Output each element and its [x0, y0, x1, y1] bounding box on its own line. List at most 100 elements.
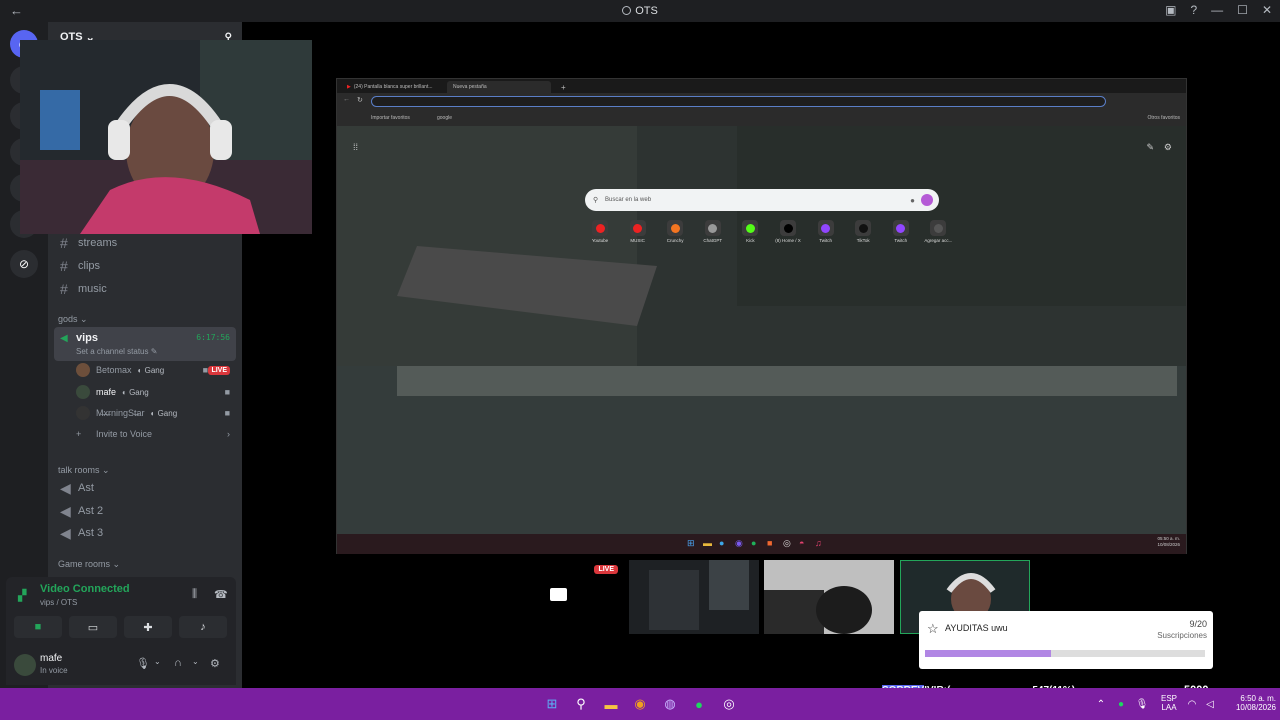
volume-icon[interactable]: ◁: [1202, 696, 1218, 712]
shortcut-tile[interactable]: Agregar acc...: [921, 220, 955, 243]
shortcut-icon: [704, 220, 721, 236]
voice-channel-ast-3[interactable]: ◀ Ast 3: [54, 522, 236, 544]
disconnect-icon[interactable]: ☎: [214, 588, 228, 601]
windows-start-icon[interactable]: ⊞: [544, 696, 560, 712]
shortcut-tile[interactable]: Twitch: [809, 220, 843, 243]
language-indicator[interactable]: ESP LAA: [1158, 694, 1180, 712]
search-icon[interactable]: ⚲: [573, 696, 589, 712]
screen-share-button[interactable]: ▭: [69, 616, 117, 638]
channel-music[interactable]: # music: [54, 278, 236, 300]
ai-assistant-icon: [921, 194, 933, 206]
camera-button[interactable]: ■: [14, 616, 62, 638]
chrome-icon[interactable]: ◉: [632, 696, 648, 712]
minimize-button[interactable]: —: [1211, 3, 1223, 17]
category-game-rooms[interactable]: Game rooms ⌄: [58, 559, 120, 570]
browser-tab-active[interactable]: Nueva pestaña: [447, 81, 551, 93]
remote-clock: 05:50 a. m. 10/08/2026: [1157, 536, 1180, 547]
channel-status[interactable]: Set a channel status ✎: [76, 347, 157, 356]
speaker-icon: ◀: [60, 524, 71, 541]
shortcut-icon: [742, 220, 759, 236]
stream-tile-camera[interactable]: [629, 560, 759, 634]
tray-app-icon[interactable]: ●: [1113, 696, 1129, 712]
shortcut-icon: [892, 220, 909, 236]
folder-icon: ▬: [703, 538, 712, 548]
new-tab-page: ⁞⁞ ✎ ⚙ ⚲ Buscar en la web ● Youtube MUSIC…: [337, 126, 1186, 534]
category-talk-rooms[interactable]: talk rooms ⌄: [58, 465, 110, 476]
activities-button[interactable]: ✚: [124, 616, 172, 638]
shortcut-icon: [855, 220, 872, 236]
close-button[interactable]: ✕: [1262, 3, 1272, 17]
shortcut-tile[interactable]: ChatGPT: [696, 220, 730, 243]
speaker-icon: ◀: [60, 479, 71, 496]
member-tag: ◐ Gang: [150, 408, 178, 418]
edit-icon[interactable]: ✎: [1146, 142, 1154, 153]
shortcut-label: (8) Home / X: [775, 238, 801, 243]
app-icon: ■: [767, 538, 773, 548]
microphone-icon[interactable]: 🎙︎: [1134, 696, 1150, 712]
address-bar[interactable]: [371, 96, 1106, 107]
avatar: [76, 406, 90, 420]
invite-to-voice[interactable]: + Invite to Voice ›: [76, 424, 236, 444]
shortcut-icon: [667, 220, 684, 236]
goal-progress-bar: [925, 650, 1205, 657]
shortcut-tile[interactable]: Twitch: [884, 220, 918, 243]
voice-channel-ast[interactable]: ◀ Ast: [54, 477, 236, 499]
windows-taskbar: ⊞ ⚲ ▬ ◉ ◍ ● ◎ ⌃ ● 🎙︎ ESP LAA ◠ ◁ 6:50 a. …: [0, 688, 1280, 720]
reload-icon[interactable]: ↻: [357, 96, 363, 104]
shortcut-label: TikTok: [856, 238, 870, 243]
invite-icon: +: [76, 429, 82, 439]
microphone-icon[interactable]: 🎙︎: [136, 657, 150, 670]
inbox-icon[interactable]: ▣: [1165, 3, 1176, 17]
shortcut-tile[interactable]: Crunchy: [658, 220, 692, 243]
taskbar-clock[interactable]: 6:50 a. m. 10/08/2026: [1226, 694, 1276, 712]
avatar[interactable]: [14, 654, 36, 676]
voice-member[interactable]: M̶x̶rningSt̶ar ◐ Gang ■: [76, 403, 236, 423]
music-icon: ♫: [815, 538, 822, 548]
web-search-box[interactable]: ⚲ Buscar en la web ●: [585, 189, 939, 211]
shortcut-tile[interactable]: (8) Home / X: [771, 220, 805, 243]
shortcut-label: Twitch: [894, 238, 908, 243]
voice-channel-ast-2[interactable]: ◀ Ast 2: [54, 500, 236, 522]
microphone-icon: ●: [910, 195, 915, 205]
spotify-icon[interactable]: ●: [691, 696, 707, 712]
voice-member[interactable]: mafe ◐ Gang ■: [76, 382, 236, 402]
file-explorer-icon[interactable]: ▬: [603, 696, 619, 712]
stream-tile-camera[interactable]: [764, 560, 894, 634]
channel-clips[interactable]: # clips: [54, 255, 236, 277]
back-icon[interactable]: ←: [343, 96, 350, 103]
chevron-down-icon[interactable]: ⌄: [154, 657, 161, 666]
maximize-button[interactable]: ☐: [1237, 3, 1248, 17]
new-tab-button[interactable]: +: [555, 81, 566, 93]
other-bookmarks[interactable]: Otros favoritos: [1147, 115, 1180, 121]
bookmark-item[interactable]: google: [437, 115, 452, 121]
browser-tab[interactable]: ▶ (24) Pantalla blanca super brillant...: [341, 81, 445, 93]
chevron-up-icon[interactable]: ⌃: [1093, 696, 1109, 712]
shortcut-icon: [930, 220, 947, 236]
windows-start-icon: ⊞: [687, 538, 695, 548]
settings-gear-icon[interactable]: ⚙: [1164, 142, 1172, 153]
discord-icon[interactable]: ◍: [662, 696, 678, 712]
obs-icon: ◎: [783, 538, 791, 548]
voice-member[interactable]: Betomax ◐ Gang ■ LIVE: [76, 360, 236, 380]
shortcut-tile[interactable]: Youtube: [583, 220, 617, 243]
apps-grid-icon[interactable]: ⁞⁞: [353, 142, 358, 152]
shortcut-tile[interactable]: MUSIC: [621, 220, 655, 243]
settings-gear-icon[interactable]: ⚙: [210, 657, 220, 670]
wifi-icon[interactable]: ◠: [1184, 696, 1200, 712]
bookmark-item[interactable]: Importar favoritos: [371, 115, 410, 121]
help-icon[interactable]: ?: [1190, 3, 1197, 17]
channel-streams[interactable]: # streams: [54, 232, 236, 254]
subscription-goal-widget: ☆ AYUDITAS uwu 9/20 Suscripciones: [919, 611, 1213, 669]
signal-icon[interactable]: ▞: [18, 589, 26, 602]
shortcut-tile[interactable]: Kick: [733, 220, 767, 243]
shortcut-tile[interactable]: TikTok: [846, 220, 880, 243]
soundboard-button[interactable]: ♪: [179, 616, 227, 638]
voice-channel-vips[interactable]: ◀ vips Set a channel status ✎ 6:17:56: [54, 327, 236, 361]
noise-suppression-icon[interactable]: ⫼: [192, 588, 197, 601]
chevron-down-icon[interactable]: ⌄: [192, 657, 199, 666]
category-gods[interactable]: gods ⌄: [58, 314, 88, 325]
obs-icon[interactable]: ◎: [721, 696, 737, 712]
headphones-icon[interactable]: ∩: [174, 657, 182, 669]
discover-icon[interactable]: ⊘: [10, 250, 38, 278]
stream-tile-screen[interactable]: LIVE: [494, 560, 624, 634]
